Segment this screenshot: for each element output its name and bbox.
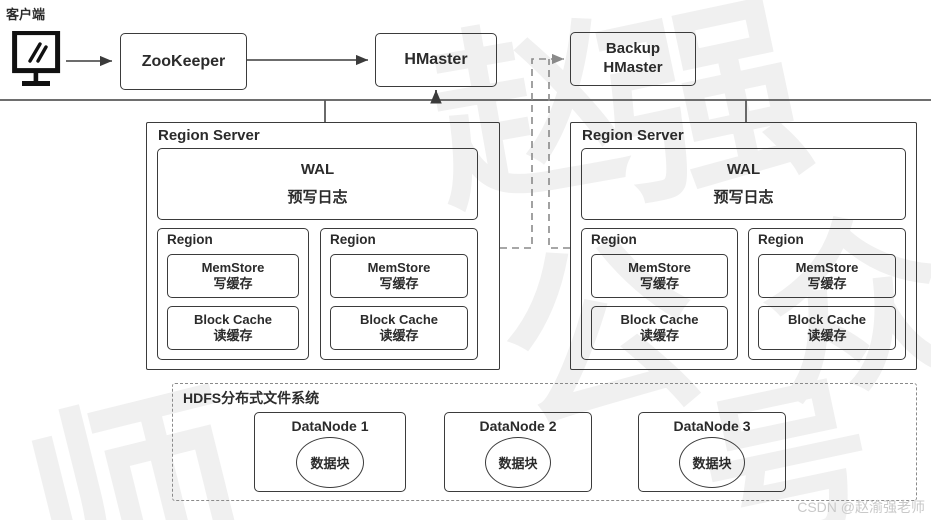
memstore-1-2-subtitle: 写缓存: [379, 276, 419, 291]
backup-hmaster-node[interactable]: Backup HMaster: [570, 32, 696, 86]
backup-hmaster-label: Backup HMaster: [571, 33, 695, 85]
region-server-2-title: Region Server: [582, 127, 684, 144]
hmaster-node[interactable]: HMaster: [375, 33, 497, 87]
datanode-2-title: DataNode 2: [479, 418, 557, 434]
monitor-icon: [12, 30, 64, 91]
blockcache-2-2-subtitle: 读缓存: [807, 328, 847, 343]
region-2-2-memstore[interactable]: MemStore 写缓存: [758, 254, 896, 298]
memstore-1-1-title: MemStore: [201, 259, 265, 275]
blockcache-2-2-title: Block Cache: [787, 311, 867, 327]
region-server-1-wal[interactable]: WAL 预写日志: [157, 148, 478, 220]
region-1-1-memstore[interactable]: MemStore 写缓存: [167, 254, 299, 298]
memstore-2-1-text: MemStore 写缓存: [592, 255, 727, 297]
diagram-canvas: 师 赵 强 公 众 号 客户端 ZooKeeper HMaster Backup…: [0, 0, 931, 520]
region-2-1-memstore[interactable]: MemStore 写缓存: [591, 254, 728, 298]
blockcache-1-2-subtitle: 读缓存: [379, 328, 419, 343]
wal-2-subtitle: 预写日志: [713, 188, 774, 206]
memstore-1-2-title: MemStore: [367, 259, 431, 275]
blockcache-1-1-subtitle: 读缓存: [213, 328, 253, 343]
datanode-1-block: 数据块: [296, 437, 364, 488]
wal-2-text: WAL 预写日志: [582, 149, 905, 219]
region-2-2-title: Region: [758, 232, 804, 247]
blockcache-2-1-title: Block Cache: [620, 311, 699, 327]
wal-1-text: WAL 预写日志: [158, 149, 477, 219]
region-server-2-wal[interactable]: WAL 预写日志: [581, 148, 906, 220]
blockcache-1-2-text: Block Cache 读缓存: [331, 307, 467, 349]
blockcache-1-1-title: Block Cache: [193, 311, 273, 327]
wal-2-title: WAL: [726, 160, 761, 178]
region-1-1-blockcache[interactable]: Block Cache 读缓存: [167, 306, 299, 350]
hmaster-label: HMaster: [404, 51, 468, 68]
datanode-1-title: DataNode 1: [291, 418, 369, 434]
zookeeper-label: ZooKeeper: [141, 52, 226, 70]
wal-1-title: WAL: [300, 160, 335, 178]
wire-region-server-2-to-backup-hmaster: [548, 59, 570, 249]
zookeeper-node[interactable]: ZooKeeper: [120, 33, 247, 90]
region-1-2-blockcache[interactable]: Block Cache 读缓存: [330, 306, 468, 350]
blockcache-2-2-text: Block Cache 读缓存: [759, 307, 895, 349]
hdfs-title: HDFS分布式文件系统: [183, 390, 320, 406]
region-1-1-title: Region: [167, 232, 213, 247]
region-2-1-title: Region: [591, 232, 637, 247]
datanode-3-title: DataNode 3: [673, 418, 751, 434]
backup-hmaster-line1: Backup: [605, 40, 661, 58]
memstore-1-2-text: MemStore 写缓存: [331, 255, 467, 297]
blockcache-1-1-text: Block Cache 读缓存: [168, 307, 298, 349]
memstore-2-2-text: MemStore 写缓存: [759, 255, 895, 297]
backup-hmaster-line2: HMaster: [603, 59, 663, 76]
credit-watermark: CSDN @赵渝强老师: [797, 499, 925, 515]
blockcache-1-2-title: Block Cache: [359, 311, 439, 327]
region-server-1-title: Region Server: [158, 127, 260, 144]
region-1-2-title: Region: [330, 232, 376, 247]
memstore-2-2-title: MemStore: [795, 259, 859, 275]
blockcache-2-1-subtitle: 读缓存: [639, 328, 679, 343]
blockcache-2-1-text: Block Cache 读缓存: [592, 307, 727, 349]
datanode-2-block: 数据块: [485, 437, 551, 488]
memstore-2-2-subtitle: 写缓存: [807, 276, 847, 291]
wire-region-server-1-to-backup-hmaster: [500, 53, 565, 249]
region-2-1-blockcache[interactable]: Block Cache 读缓存: [591, 306, 728, 350]
memstore-2-1-title: MemStore: [628, 259, 691, 275]
region-1-2-memstore[interactable]: MemStore 写缓存: [330, 254, 468, 298]
memstore-2-1-subtitle: 写缓存: [639, 276, 679, 291]
datanode-3-block: 数据块: [679, 437, 745, 488]
wal-1-subtitle: 预写日志: [287, 188, 348, 206]
client-label: 客户端: [6, 7, 46, 22]
region-2-2-blockcache[interactable]: Block Cache 读缓存: [758, 306, 896, 350]
memstore-1-1-text: MemStore 写缓存: [168, 255, 298, 297]
memstore-1-1-subtitle: 写缓存: [213, 276, 253, 291]
